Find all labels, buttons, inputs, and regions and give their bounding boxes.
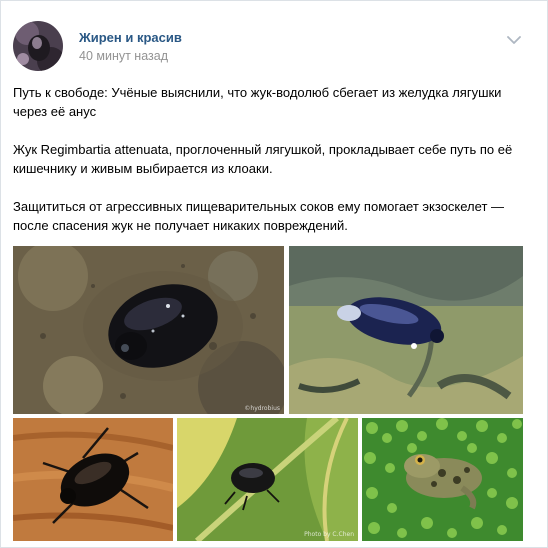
post-paragraph: Жук Regimbartia attenuata, проглоченный …	[13, 142, 513, 176]
wall-post: Жирен и красив 40 минут назад Путь к сво…	[0, 0, 548, 548]
post-photo-beetle-water[interactable]	[289, 246, 523, 414]
post-photo-frog[interactable]	[362, 418, 523, 541]
avatar[interactable]	[13, 21, 63, 71]
photo-watermark: ©hydrobius	[244, 405, 280, 412]
post-timestamp[interactable]: 40 минут назад	[79, 49, 168, 63]
post-author-link[interactable]: Жирен и красив	[79, 30, 182, 45]
photo-watermark: Photo by C.Chen	[304, 531, 354, 538]
post-photo-beetle-sand[interactable]: ©hydrobius	[13, 246, 284, 414]
post-paragraph: Путь к свободе: Учёные выяснили, что жук…	[13, 85, 502, 119]
post-header: Жирен и красив 40 минут назад	[1, 1, 547, 81]
post-paragraph: Защититься от агрессивных пищеварительны…	[13, 199, 505, 233]
post-photo-beetle-leaf[interactable]: Photo by C.Chen	[177, 418, 358, 541]
chevron-down-icon[interactable]	[503, 29, 525, 51]
post-photo-beetle-wood[interactable]	[13, 418, 173, 541]
